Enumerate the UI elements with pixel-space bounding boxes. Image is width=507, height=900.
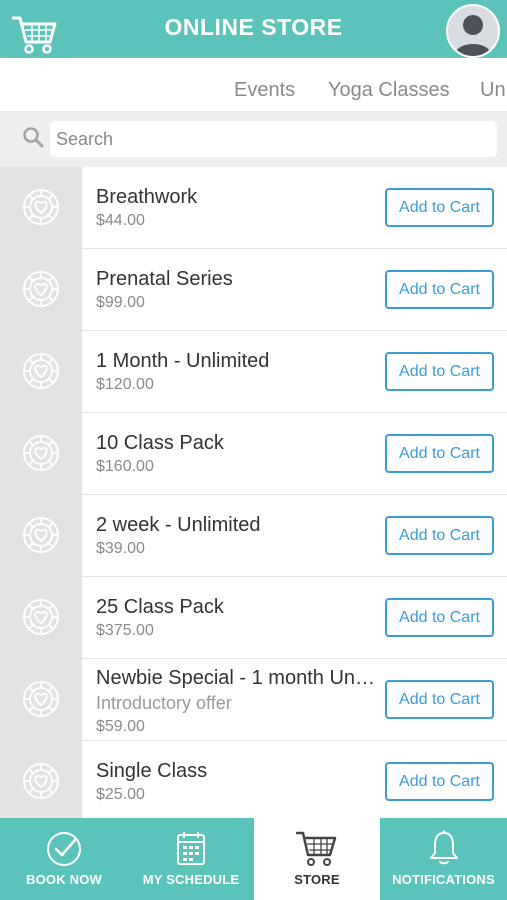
list-item: Single Class $25.00 Add to Cart <box>0 741 507 818</box>
bottom-nav: BOOK NOW MY SCHEDULE STORE NOTIFICATIONS <box>0 818 507 900</box>
product-price: $375.00 <box>96 622 154 639</box>
lotus-logo-icon <box>23 599 59 635</box>
product-name: 25 Class Pack <box>96 596 224 618</box>
product-name: Breathwork <box>96 186 198 208</box>
lotus-logo-icon <box>23 517 59 553</box>
list-item: 10 Class Pack $160.00 Add to Cart <box>0 413 507 495</box>
lotus-logo-icon <box>23 435 59 471</box>
bell-icon <box>429 830 458 865</box>
add-to-cart-button[interactable]: Add to Cart <box>385 434 494 473</box>
product-price: $39.00 <box>96 540 145 557</box>
lotus-logo-icon <box>23 189 59 225</box>
nav-notifications[interactable]: NOTIFICATIONS <box>380 818 507 900</box>
page-title: ONLINE STORE <box>164 14 343 40</box>
product-subtitle: Introductory offer <box>96 693 232 713</box>
check-circle-icon <box>47 832 81 866</box>
product-price: $99.00 <box>96 294 145 311</box>
search-input[interactable] <box>50 121 497 157</box>
lotus-logo-icon <box>23 353 59 389</box>
lotus-logo-icon <box>23 271 59 307</box>
search-bar <box>0 112 507 167</box>
add-to-cart-button[interactable]: Add to Cart <box>385 680 494 719</box>
product-name: Newbie Special - 1 month Unlimited <box>96 667 378 689</box>
product-thumbnail <box>0 741 82 818</box>
nav-my-schedule[interactable]: MY SCHEDULE <box>128 818 254 900</box>
add-to-cart-button[interactable]: Add to Cart <box>385 762 494 801</box>
product-price: $59.00 <box>96 718 145 735</box>
lotus-logo-icon <box>23 681 59 717</box>
product-name: 2 week - Unlimited <box>96 514 261 536</box>
list-item: 25 Class Pack $375.00 Add to Cart <box>0 577 507 659</box>
tab-unlimited[interactable]: Un <box>480 79 506 102</box>
nav-label: MY SCHEDULE <box>142 872 240 887</box>
list-item: Newbie Special - 1 month Unlimited Intro… <box>0 659 507 741</box>
tab-yoga-classes[interactable]: Yoga Classes <box>328 79 450 102</box>
product-thumbnail <box>0 577 82 658</box>
product-thumbnail <box>0 249 82 330</box>
nav-store[interactable]: STORE <box>254 818 380 900</box>
list-item: 2 week - Unlimited $39.00 Add to Cart <box>0 495 507 577</box>
user-icon <box>454 15 492 56</box>
category-tabs: Events Yoga Classes Un <box>0 58 507 112</box>
list-item: Breathwork $44.00 Add to Cart <box>0 167 507 249</box>
product-thumbnail <box>0 167 82 248</box>
app-header: ONLINE STORE <box>0 0 507 58</box>
product-thumbnail <box>0 331 82 412</box>
add-to-cart-button[interactable]: Add to Cart <box>385 270 494 309</box>
search-icon <box>23 127 44 148</box>
tab-events[interactable]: Events <box>234 79 295 102</box>
product-list: Breathwork $44.00 Add to Cart Prenatal S… <box>0 167 507 818</box>
add-to-cart-button[interactable]: Add to Cart <box>385 352 494 391</box>
product-name: Prenatal Series <box>96 268 233 290</box>
nav-label: BOOK NOW <box>26 872 102 887</box>
lotus-logo-icon <box>23 763 59 799</box>
product-price: $160.00 <box>96 458 154 475</box>
product-price: $120.00 <box>96 376 154 393</box>
product-price: $44.00 <box>96 212 145 229</box>
nav-label: NOTIFICATIONS <box>392 872 495 887</box>
list-item: Prenatal Series $99.00 Add to Cart <box>0 249 507 331</box>
product-name: 10 Class Pack <box>96 432 224 454</box>
add-to-cart-button[interactable]: Add to Cart <box>385 188 494 227</box>
nav-book-now[interactable]: BOOK NOW <box>0 818 128 900</box>
add-to-cart-button[interactable]: Add to Cart <box>385 598 494 637</box>
nav-label: STORE <box>294 872 340 887</box>
product-price: $25.00 <box>96 786 145 803</box>
product-name: 1 Month - Unlimited <box>96 350 270 372</box>
calendar-icon <box>177 832 205 865</box>
list-item: 1 Month - Unlimited $120.00 Add to Cart <box>0 331 507 413</box>
add-to-cart-button[interactable]: Add to Cart <box>385 516 494 555</box>
cart-icon <box>296 831 337 866</box>
product-name: Single Class <box>96 760 208 782</box>
product-thumbnail <box>0 413 82 494</box>
product-thumbnail <box>0 659 82 740</box>
avatar[interactable] <box>446 4 500 58</box>
product-thumbnail <box>0 495 82 576</box>
